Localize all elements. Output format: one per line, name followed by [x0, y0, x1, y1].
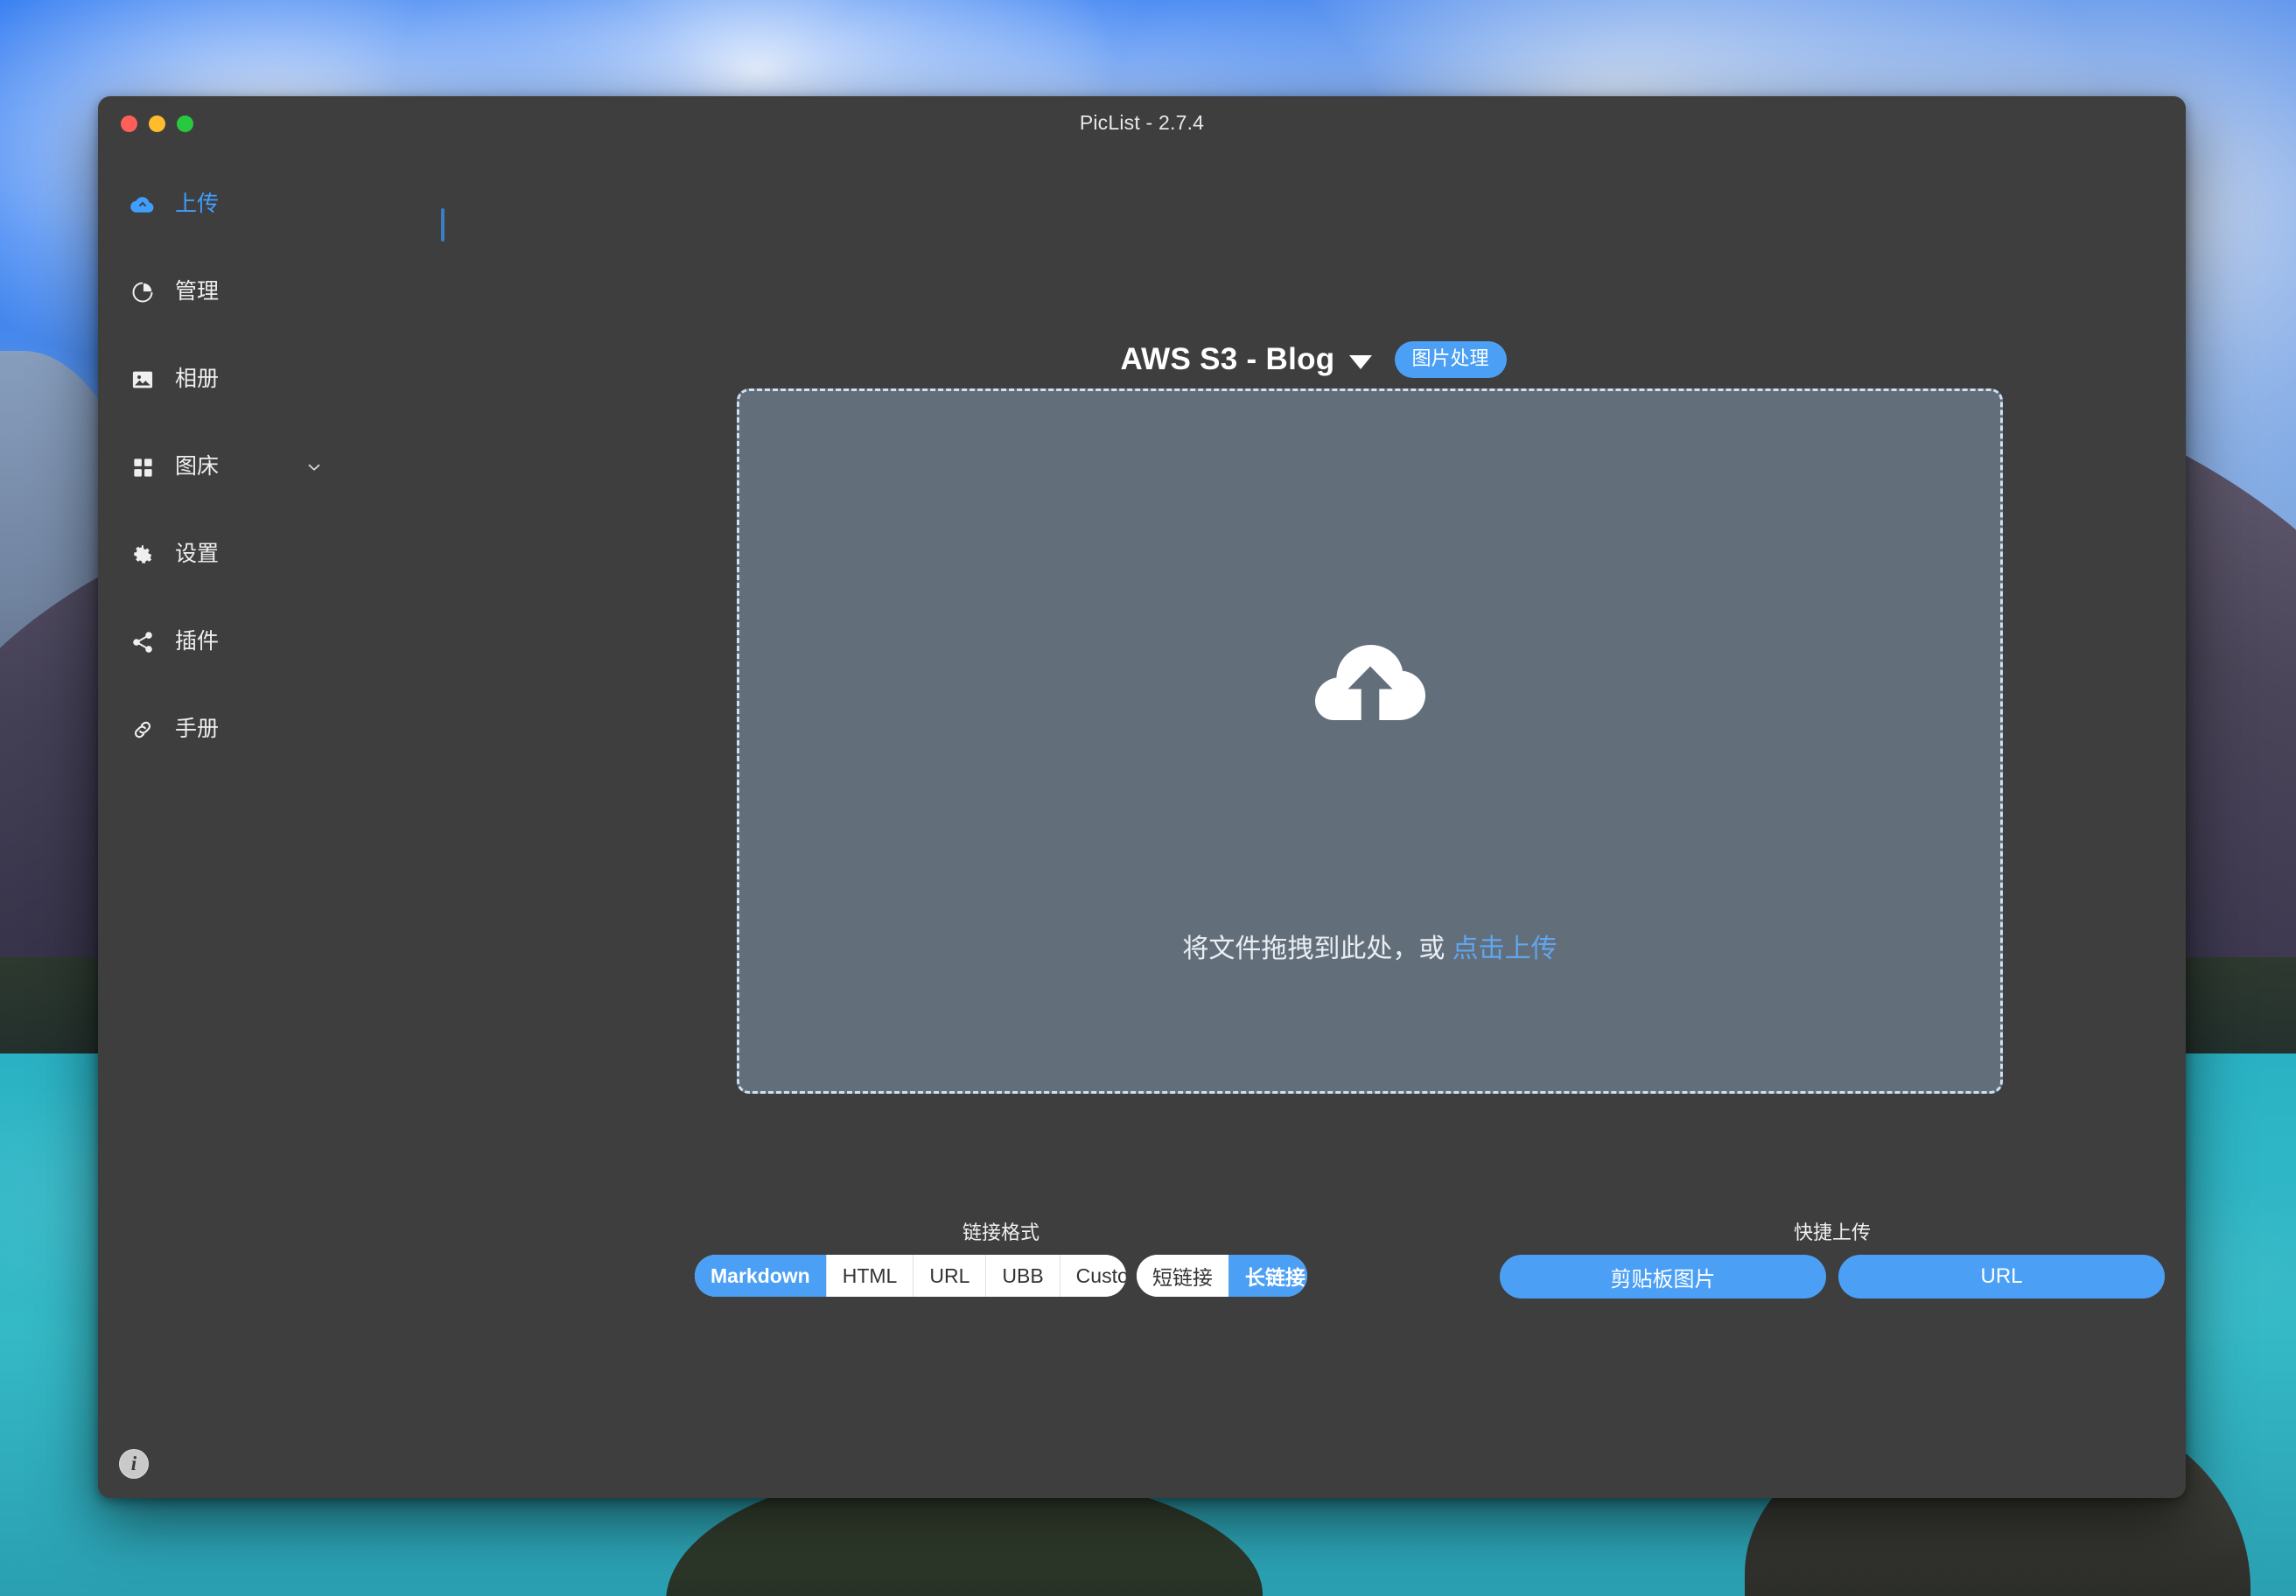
link-format-option-url[interactable]: URL — [913, 1255, 986, 1297]
pie-chart-icon — [130, 279, 156, 305]
title-bar: PicList - 2.7.4 — [98, 96, 2186, 150]
sidebar-item-label: 设置 — [175, 541, 220, 566]
quick-upload-buttons: 剪贴板图片 URL — [1500, 1255, 2165, 1298]
image-process-badge[interactable]: 图片处理 — [1394, 341, 1507, 378]
sidebar-item-upload[interactable]: 上传 — [130, 180, 418, 229]
sidebar-item-settings[interactable]: 设置 — [130, 530, 418, 579]
link-icon — [130, 717, 156, 743]
piclist-app-window: PicList - 2.7.4 上传 管理 相册 图床 设置 插件 手册 AWS… — [98, 96, 2186, 1498]
window-title: PicList - 2.7.4 — [1079, 111, 1205, 134]
cloud-upload-icon — [1309, 641, 1432, 725]
dropzone-hint-text: 将文件拖拽到此处，或 — [1182, 934, 1452, 963]
sidebar-item-plugins[interactable]: 插件 — [130, 618, 418, 667]
sidebar-item-label: 相册 — [175, 366, 220, 391]
link-format-group: 链接格式 Markdown HTML URL UBB Custom 短链接 长链… — [695, 1223, 1307, 1297]
sidebar-item-label: 插件 — [175, 628, 220, 654]
link-format-option-custom[interactable]: Custom — [1059, 1255, 1126, 1297]
upload-dropzone[interactable]: 将文件拖拽到此处，或 点击上传 — [737, 388, 2003, 1094]
sidebar-item-label: 图床 — [175, 453, 220, 479]
sidebar-item-album[interactable]: 相册 — [130, 355, 418, 404]
share-nodes-icon — [130, 629, 156, 655]
quick-upload-title: 快捷上传 — [1793, 1222, 1871, 1243]
link-format-segmented: Markdown HTML URL UBB Custom — [695, 1255, 1126, 1297]
gear-icon — [130, 542, 156, 568]
picbed-selector[interactable]: AWS S3 - Blog — [1120, 342, 1372, 377]
caret-down-icon — [1348, 355, 1372, 369]
link-format-option-html[interactable]: HTML — [825, 1255, 914, 1297]
picbed-name: AWS S3 - Blog — [1120, 342, 1335, 376]
dropzone-upload-link[interactable]: 点击上传 — [1452, 934, 1558, 963]
main-content: AWS S3 - Blog 图片处理 将文件拖拽到此处，或 点击上传 链接格式 — [441, 150, 2186, 1498]
cloud-upload-icon — [130, 192, 156, 218]
sidebar-item-picbed[interactable]: 图床 — [130, 443, 418, 492]
photo-icon — [130, 367, 156, 393]
upload-url-button[interactable]: URL — [1838, 1255, 2165, 1298]
sidebar-item-manual[interactable]: 手册 — [130, 705, 418, 754]
sidebar-item-label: 管理 — [175, 278, 220, 304]
link-format-controls: Markdown HTML URL UBB Custom 短链接 长链接 — [695, 1255, 1307, 1297]
sidebar: 上传 管理 相册 图床 设置 插件 手册 — [98, 150, 441, 1498]
link-format-title: 链接格式 — [962, 1222, 1040, 1243]
sidebar-item-label: 手册 — [175, 716, 220, 741]
link-length-option-short[interactable]: 短链接 — [1136, 1255, 1228, 1297]
chevron-down-icon[interactable] — [304, 458, 324, 477]
picbed-header-row: AWS S3 - Blog 图片处理 — [441, 341, 2186, 378]
quick-upload-group: 快捷上传 剪贴板图片 URL — [1500, 1223, 2165, 1298]
link-length-option-long[interactable]: 长链接 — [1228, 1255, 1307, 1297]
link-format-option-ubb[interactable]: UBB — [985, 1255, 1060, 1297]
sidebar-item-label: 上传 — [175, 191, 220, 216]
footer-controls: 链接格式 Markdown HTML URL UBB Custom 短链接 长链… — [441, 1223, 2186, 1354]
upload-clipboard-button[interactable]: 剪贴板图片 — [1500, 1255, 1826, 1298]
info-icon[interactable]: i — [119, 1449, 149, 1479]
grid-icon — [130, 454, 156, 480]
link-length-segmented: 短链接 长链接 — [1136, 1255, 1307, 1297]
dropzone-hint: 将文件拖拽到此处，或 点击上传 — [739, 927, 2000, 965]
sidebar-item-manage[interactable]: 管理 — [130, 268, 418, 317]
link-format-option-markdown[interactable]: Markdown — [695, 1255, 826, 1297]
